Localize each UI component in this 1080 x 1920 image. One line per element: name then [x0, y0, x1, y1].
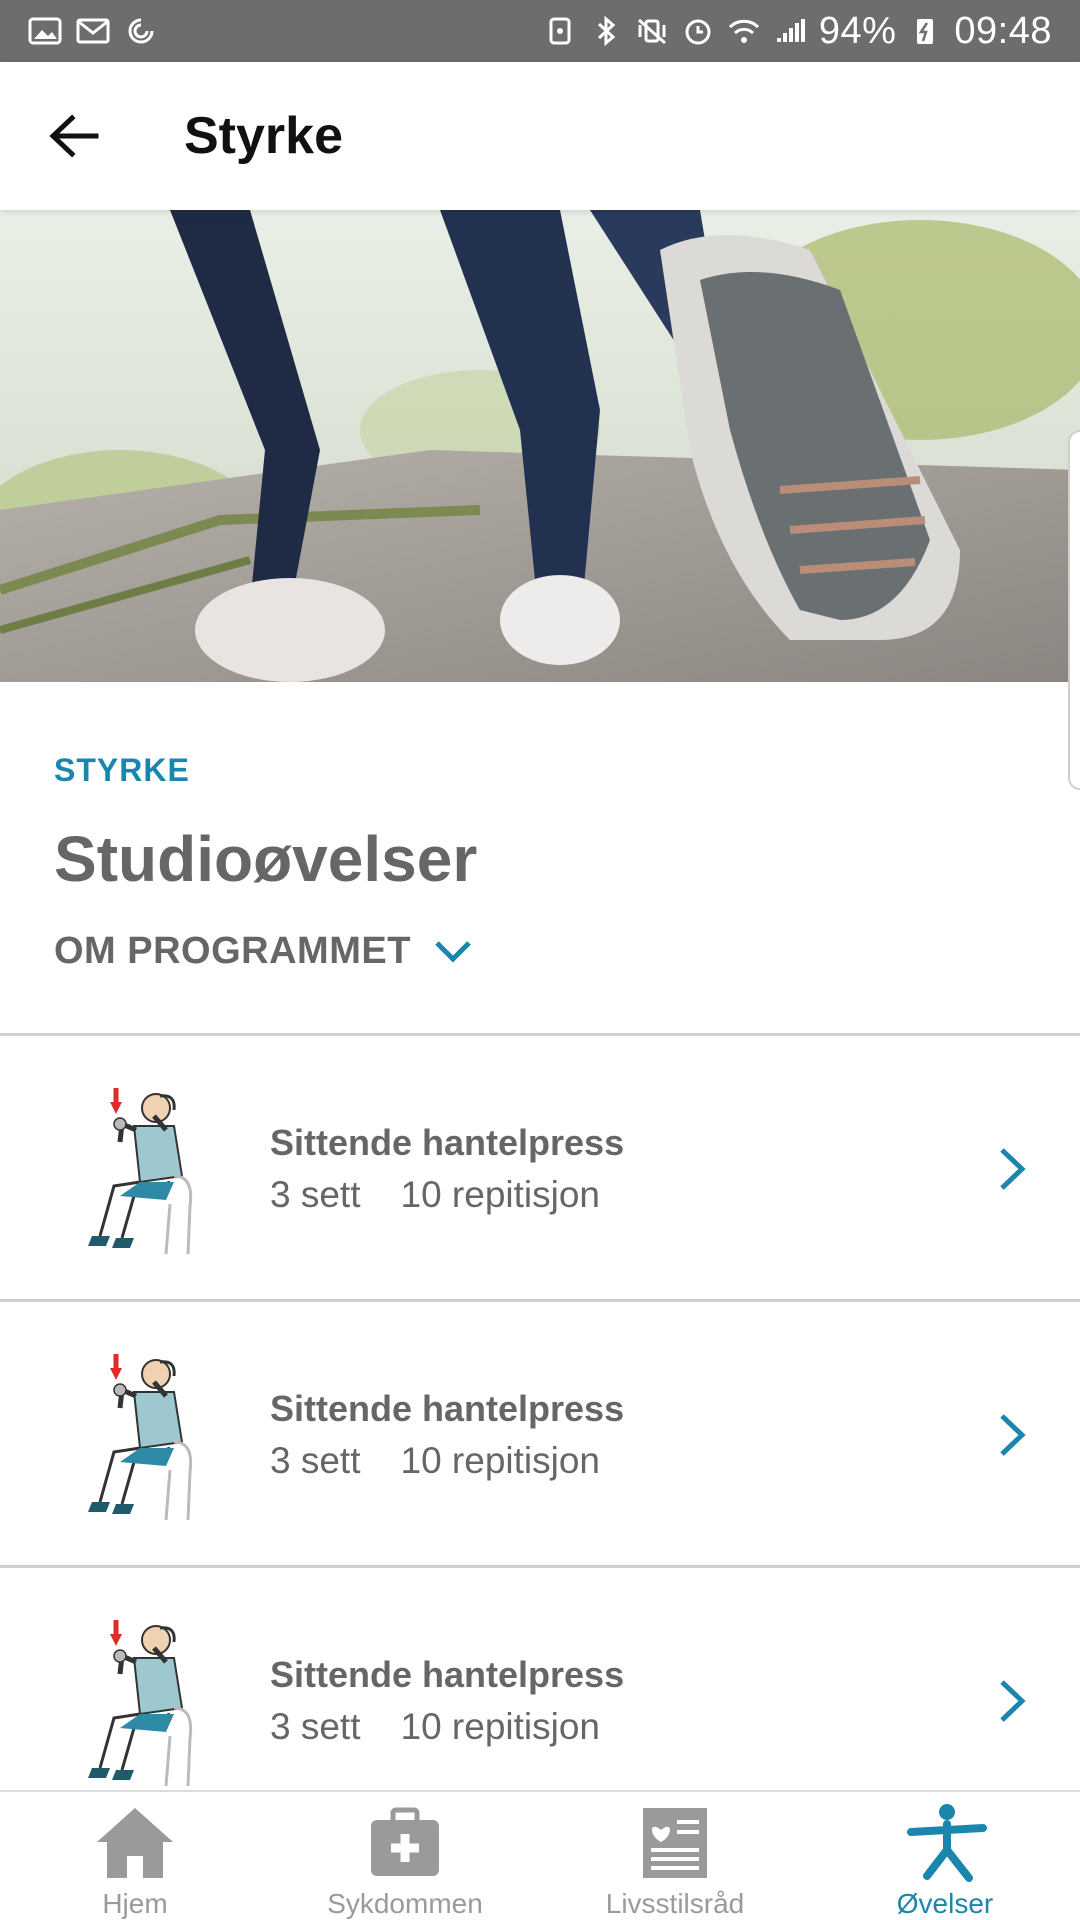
exercise-row[interactable]: Sittende hantelpress 3 sett 10 repitisjo…: [0, 1033, 1080, 1299]
status-bar: 94% 09:48: [0, 0, 1080, 62]
nav-item-disease[interactable]: Sykdommen: [270, 1792, 540, 1920]
nav-item-lifestyle[interactable]: Livsstilsråd: [540, 1792, 810, 1920]
exercise-sets: 3 sett: [270, 1174, 361, 1215]
hero-image: [0, 210, 1080, 682]
battery-percentage: 94%: [818, 9, 897, 52]
exercise-reps: 10 repitisjon: [400, 1174, 601, 1215]
exercise-row[interactable]: Sittende hantelpress 3 sett 10 repitisjo…: [0, 1299, 1080, 1565]
mail-notification-icon: [76, 18, 110, 44]
battery-charging-icon: [917, 19, 934, 44]
gallery-notification-icon: [28, 17, 62, 45]
chevron-down-icon: [435, 940, 471, 963]
clock: 09:48: [954, 9, 1052, 52]
exercise-illustration: [88, 1354, 193, 1521]
alarm-icon: [685, 19, 711, 45]
sync-notification-icon: [128, 18, 154, 44]
medical-kit-icon: [371, 1807, 439, 1876]
nav-label: Livsstilsråd: [605, 1888, 745, 1919]
nfc-icon: [549, 17, 571, 45]
exercise-person-icon: [907, 1804, 987, 1882]
exercise-list: Sittende hantelpress 3 sett 10 repitisjo…: [0, 1033, 1080, 1831]
exercise-reps: 10 repitisjon: [400, 1706, 601, 1747]
vibrate-mute-icon: [637, 18, 666, 45]
exercise-name: Sittende hantelpress: [270, 1122, 625, 1163]
about-program-toggle[interactable]: OM PROGRAMMET: [54, 930, 473, 973]
nav-label: Sykdommen: [327, 1888, 483, 1919]
nav-item-exercises[interactable]: Øvelser: [810, 1792, 1080, 1920]
exercise-sets: 3 sett: [270, 1440, 361, 1481]
program-title: Studioøvelser: [54, 823, 478, 895]
nav-item-home[interactable]: Hjem: [0, 1792, 270, 1920]
page-title: Styrke: [184, 107, 343, 165]
chevron-right-icon: [1000, 1148, 1026, 1190]
chevron-right-icon: [1000, 1680, 1026, 1722]
wifi-icon: [728, 19, 759, 43]
program-category: STYRKE: [54, 752, 190, 788]
signal-icon: [776, 19, 805, 42]
exercise-sets: 3 sett: [270, 1706, 361, 1747]
arrow-back-icon: [49, 114, 99, 158]
news-heart-icon: [643, 1808, 707, 1878]
exercise-reps: 10 repitisjon: [400, 1440, 601, 1481]
chevron-right-icon: [1000, 1414, 1026, 1456]
exercise-name: Sittende hantelpress: [270, 1654, 625, 1695]
home-icon: [97, 1808, 173, 1878]
app-bar: Styrke: [0, 62, 1080, 210]
nav-label: Øvelser: [896, 1888, 994, 1919]
exercise-name: Sittende hantelpress: [270, 1388, 625, 1429]
nav-label: Hjem: [102, 1888, 168, 1919]
about-program-label: OM PROGRAMMET: [54, 930, 411, 972]
side-drawer-handle[interactable]: [1068, 430, 1080, 790]
back-button[interactable]: [26, 88, 122, 184]
exercise-illustration: [88, 1620, 193, 1787]
bluetooth-icon: [597, 16, 616, 46]
exercise-illustration: [88, 1088, 193, 1255]
bottom-navigation: Hjem Sykdommen Livsstilsråd Øvelser: [0, 1790, 1080, 1920]
